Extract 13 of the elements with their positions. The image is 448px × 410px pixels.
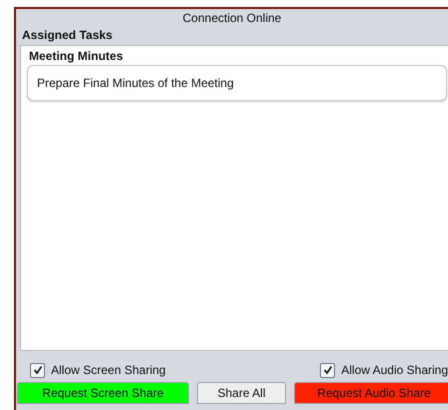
connection-status: Connection Online: [182, 10, 282, 27]
checkbox[interactable]: [320, 362, 336, 378]
share-button[interactable]: Request Screen Share: [17, 382, 189, 404]
share-button[interactable]: Share All: [197, 382, 286, 404]
task-group-title: Meeting Minutes: [28, 48, 124, 64]
checkbox[interactable]: [30, 362, 45, 378]
checkmark-icon: [322, 365, 333, 375]
share-button[interactable]: Request Audio Share: [294, 382, 448, 404]
checkbox-label: Allow Audio Sharing: [341, 363, 448, 377]
checkmark-icon: [32, 365, 42, 375]
checkbox-label: Allow Screen Sharing: [51, 363, 166, 377]
task-item[interactable]: Prepare Final Minutes of the Meeting: [27, 65, 447, 101]
section-title: Assigned Tasks: [21, 27, 114, 43]
